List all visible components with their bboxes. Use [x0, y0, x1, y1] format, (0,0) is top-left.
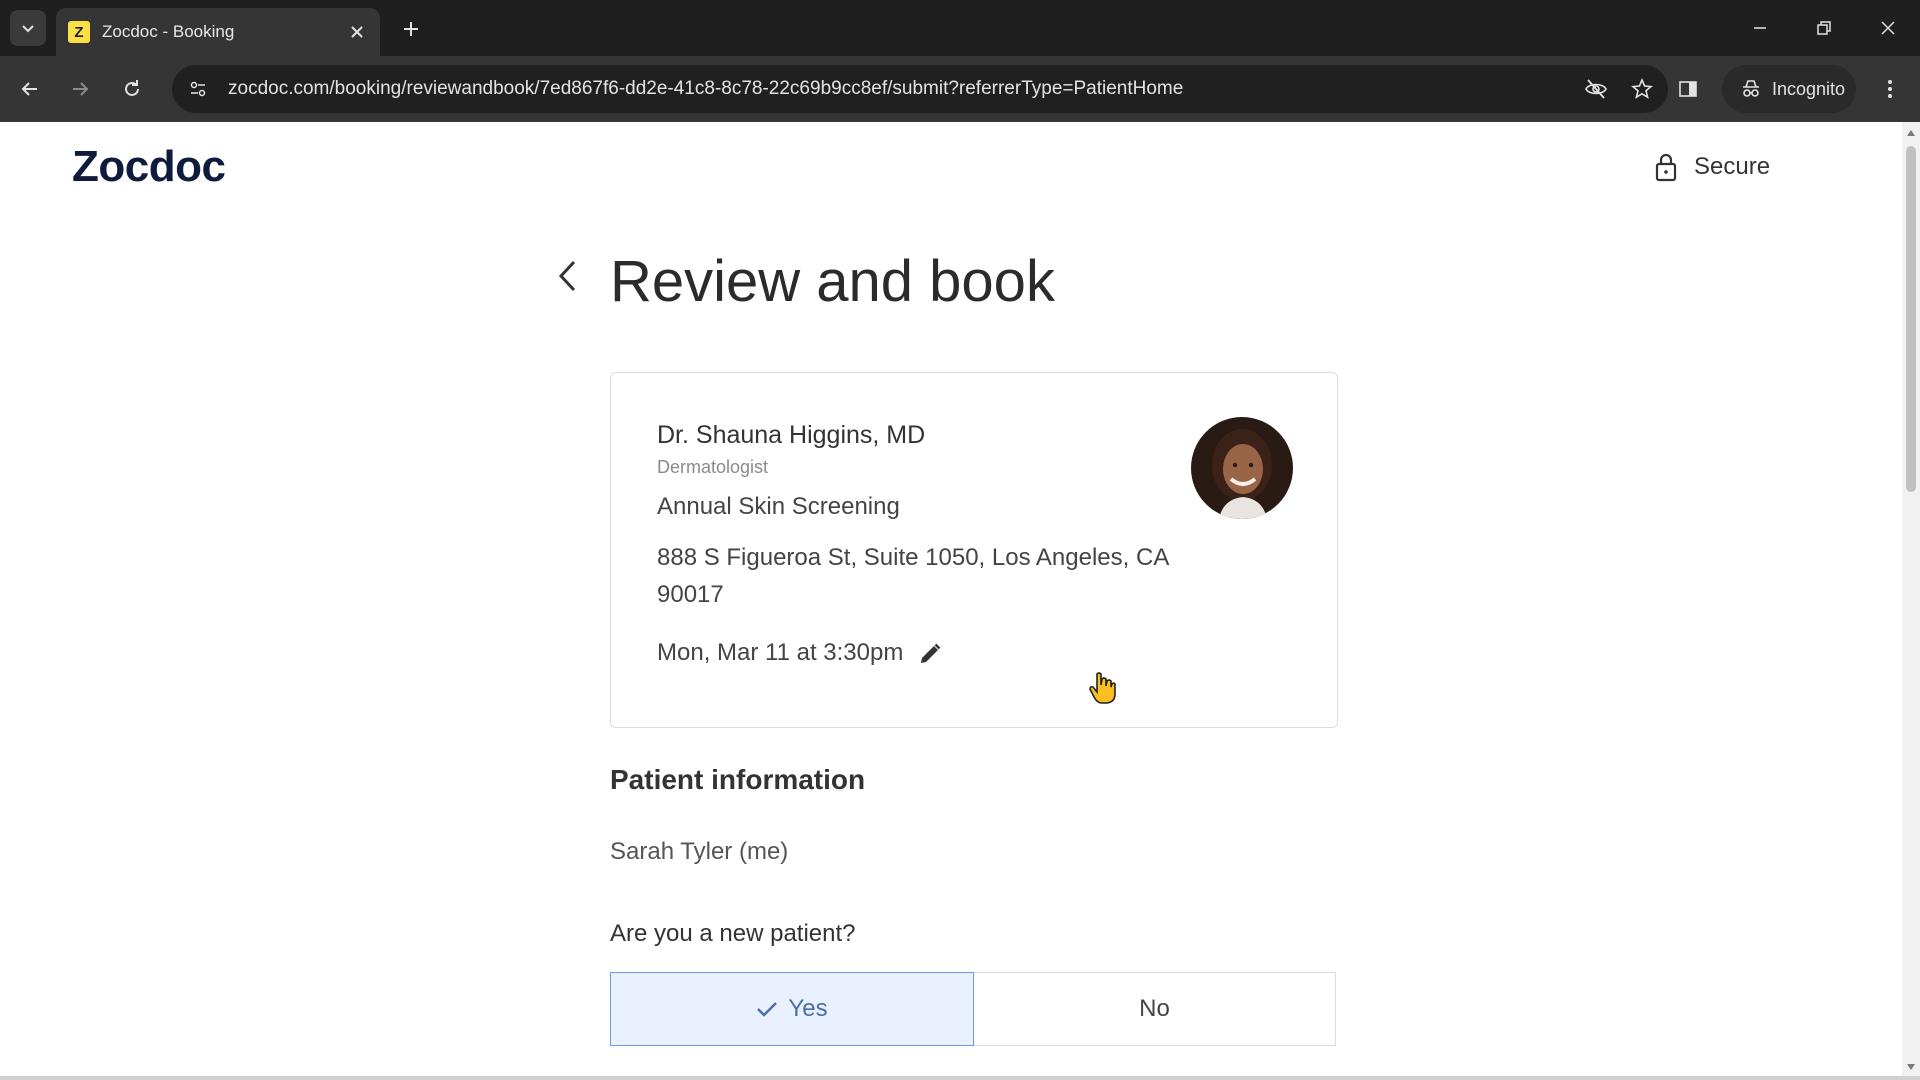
site-info-icon — [190, 81, 206, 97]
star-icon — [1631, 78, 1653, 99]
page-content: Zocdoc Secure Review and book Dr. Shauna… — [0, 122, 1902, 1080]
scroll-thumb[interactable] — [1906, 146, 1916, 492]
no-label: No — [1139, 995, 1170, 1022]
back-icon — [21, 82, 37, 96]
forward-button[interactable] — [62, 71, 98, 107]
lock-icon — [1655, 153, 1677, 182]
restore-icon — [1817, 21, 1831, 35]
url-text[interactable]: zocdoc.com/booking/reviewandbook/7ed867f… — [228, 78, 1576, 100]
plus-icon — [404, 22, 418, 36]
zocdoc-logo[interactable]: Zocdoc — [72, 142, 226, 192]
appointment-summary-card: Dr. Shauna Higgins, MD Dermatologist Ann… — [610, 372, 1338, 728]
restore-button[interactable] — [1806, 12, 1842, 44]
browser-toolbar: zocdoc.com/booking/reviewandbook/7ed867f… — [0, 56, 1920, 122]
new-patient-question: Are you a new patient? — [610, 920, 856, 947]
site-info-button[interactable] — [178, 69, 218, 109]
secure-indicator: Secure — [1654, 152, 1770, 182]
yes-label: Yes — [788, 995, 828, 1022]
chevron-left-icon — [558, 260, 576, 292]
reload-icon — [125, 80, 139, 96]
secure-label: Secure — [1694, 153, 1771, 180]
tab-search-button[interactable] — [10, 10, 46, 46]
doctor-avatar — [1191, 417, 1293, 519]
new-patient-yes-option[interactable]: Yes — [610, 972, 974, 1046]
minimize-icon — [1754, 27, 1766, 29]
window-close-button[interactable] — [1870, 12, 1906, 44]
browser-tab[interactable]: Z Zocdoc - Booking — [56, 8, 380, 56]
patient-name: Sarah Tyler (me) — [610, 838, 789, 865]
visit-reason: Annual Skin Screening — [657, 493, 900, 520]
address-bar[interactable]: zocdoc.com/booking/reviewandbook/7ed867f… — [172, 65, 1668, 113]
browser-menu-button[interactable] — [1872, 71, 1908, 107]
bookmark-button[interactable] — [1622, 69, 1662, 109]
hand-cursor-icon — [1089, 672, 1116, 704]
zocdoc-favicon-icon: Z — [68, 21, 90, 43]
reload-button[interactable] — [114, 71, 150, 107]
pencil-icon — [921, 643, 941, 663]
triangle-down-icon — [1907, 1064, 1915, 1070]
new-tab-button[interactable] — [396, 14, 426, 44]
window-close-icon — [1881, 21, 1895, 35]
chevron-down-icon — [22, 25, 34, 33]
doctor-specialty: Dermatologist — [657, 457, 769, 477]
tab-close-button[interactable] — [346, 21, 368, 43]
doctor-name[interactable]: Dr. Shauna Higgins, MD — [657, 421, 925, 450]
tracking-protection-button[interactable] — [1576, 69, 1616, 109]
back-arrow-button[interactable] — [552, 256, 582, 296]
edit-appointment-button[interactable] — [915, 639, 945, 669]
more-icon — [1888, 80, 1892, 98]
eye-off-icon — [1585, 79, 1607, 99]
bottom-progress-strip — [0, 1076, 1920, 1080]
new-patient-no-option[interactable]: No — [974, 972, 1336, 1046]
scroll-up-arrow[interactable] — [1906, 128, 1916, 138]
tab-title: Zocdoc - Booking — [102, 22, 235, 41]
doctor-photo — [1191, 417, 1293, 519]
triangle-up-icon — [1907, 130, 1915, 136]
incognito-indicator[interactable]: Incognito — [1722, 65, 1856, 113]
back-button[interactable] — [12, 71, 48, 107]
page-title: Review and book — [610, 249, 1055, 314]
side-panel-button[interactable] — [1670, 71, 1706, 107]
page-scrollbar[interactable] — [1902, 122, 1920, 1080]
appointment-datetime: Mon, Mar 11 at 3:30pm — [657, 639, 904, 666]
close-icon — [351, 26, 363, 38]
patient-info-heading: Patient information — [610, 764, 866, 795]
office-address: 888 S Figueroa St, Suite 1050, Los Angel… — [657, 544, 1169, 608]
minimize-button[interactable] — [1742, 12, 1778, 44]
scroll-down-arrow[interactable] — [1906, 1062, 1916, 1072]
forward-icon — [73, 82, 89, 96]
incognito-label: Incognito — [1772, 78, 1846, 99]
browser-tab-bar: Z Zocdoc - Booking — [0, 0, 1920, 56]
incognito-icon — [1743, 80, 1759, 97]
checkmark-icon — [756, 1000, 778, 1018]
sidepanel-icon — [1679, 81, 1697, 97]
